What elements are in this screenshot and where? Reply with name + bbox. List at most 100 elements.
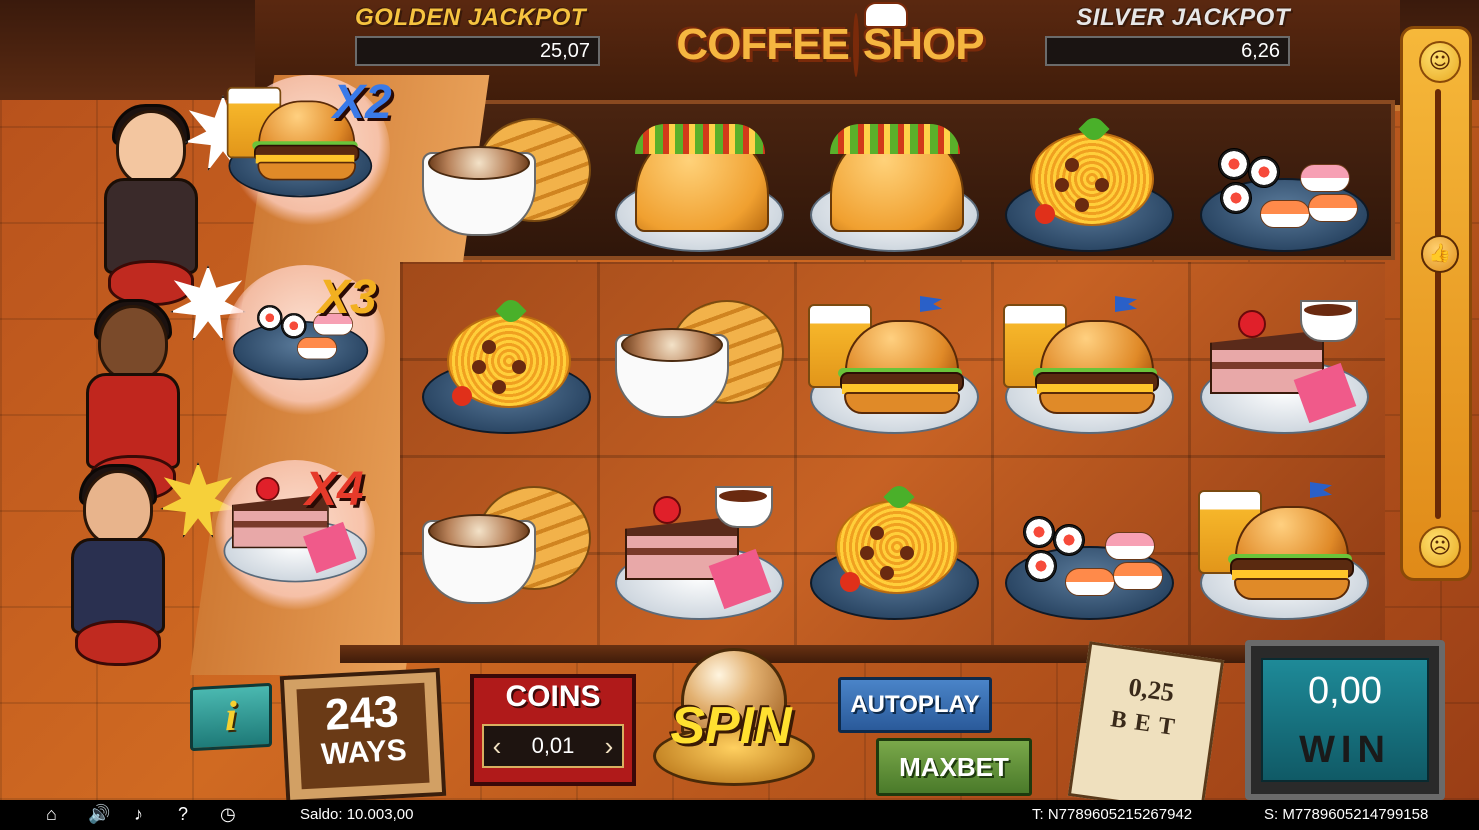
music-icon[interactable]: ♪ bbox=[134, 804, 143, 825]
meatball bbox=[1075, 198, 1089, 212]
session-id: S: M7789605214799158 bbox=[1264, 806, 1429, 823]
flag bbox=[920, 296, 942, 312]
ways-number: 243 bbox=[323, 687, 400, 740]
taco-icon bbox=[605, 108, 790, 258]
game-scene: GOLDEN JACKPOT 25,07 COFFEE SHOP SILVER … bbox=[0, 0, 1479, 800]
autoplay-button[interactable]: AUTOPLAY bbox=[838, 677, 992, 733]
nigiri bbox=[1300, 164, 1350, 192]
meatball bbox=[1095, 178, 1109, 192]
info-button[interactable]: i bbox=[190, 682, 272, 752]
silver-jackpot-title: SILVER JACKPOT bbox=[1076, 4, 1290, 31]
clock-icon[interactable]: ◷ bbox=[220, 804, 236, 825]
order-multiplier-x4: X4 bbox=[305, 463, 364, 516]
spaghetti-icon bbox=[412, 290, 597, 440]
coin-increase-button[interactable]: › bbox=[596, 731, 622, 762]
golden-jackpot-value: 25,07 bbox=[355, 36, 600, 66]
sushi-roll bbox=[1218, 148, 1250, 180]
counter-edge bbox=[340, 645, 1400, 663]
bet-ticket[interactable]: 0,25 BET bbox=[1067, 641, 1225, 800]
golden-jackpot: GOLDEN JACKPOT 25,07 bbox=[355, 4, 600, 66]
chocolate-cup bbox=[1300, 300, 1358, 342]
taco-filling bbox=[635, 124, 765, 154]
cherry bbox=[255, 477, 280, 501]
bun bbox=[257, 161, 356, 181]
taco-icon bbox=[800, 108, 985, 258]
face bbox=[83, 470, 153, 546]
nigiri bbox=[1113, 562, 1163, 590]
spin-label: SPIN bbox=[670, 697, 792, 755]
face bbox=[116, 110, 186, 186]
customer-3 bbox=[55, 464, 175, 666]
maxbet-button[interactable]: MAXBET bbox=[876, 738, 1032, 796]
sushi-roll bbox=[1220, 182, 1252, 214]
meatball bbox=[512, 360, 526, 374]
mood-track bbox=[1435, 89, 1441, 519]
win-value: 0,00 bbox=[1308, 670, 1382, 712]
spin-button[interactable]: SPIN bbox=[653, 648, 815, 798]
silver-jackpot-value: 6,26 bbox=[1045, 36, 1290, 66]
bar-stool bbox=[75, 620, 161, 666]
coins-panel: COINS ‹ 0,01 › bbox=[470, 674, 636, 786]
spaghetti-icon bbox=[995, 108, 1180, 258]
coffee-foam bbox=[428, 514, 530, 548]
burger-beer-icon bbox=[995, 290, 1180, 440]
sushi-roll bbox=[1025, 550, 1057, 582]
meatball bbox=[880, 566, 894, 580]
coffee-foam bbox=[621, 328, 723, 362]
sound-icon[interactable]: 🔊 bbox=[88, 804, 110, 825]
spaghetti-icon bbox=[800, 476, 985, 626]
coffee-croissant-icon bbox=[412, 108, 597, 258]
coffee-croissant-icon bbox=[412, 476, 597, 626]
taco-filling bbox=[830, 124, 960, 154]
cake-icon bbox=[1190, 290, 1375, 440]
sushi-icon bbox=[1190, 108, 1375, 258]
help-icon[interactable]: ? bbox=[178, 804, 188, 825]
order-multiplier-x3: X3 bbox=[318, 271, 377, 324]
tomato bbox=[452, 386, 472, 406]
coin-decrease-button[interactable]: ‹ bbox=[484, 731, 510, 762]
happy-face-icon: ☺ bbox=[1419, 41, 1461, 83]
sushi-roll bbox=[281, 313, 307, 339]
sushi-roll bbox=[1248, 156, 1280, 188]
sushi-roll bbox=[1023, 516, 1055, 548]
ways-panel: 243 WAYS bbox=[296, 682, 430, 790]
sushi-roll bbox=[1053, 524, 1085, 556]
win-screen: 0,00 WIN bbox=[1261, 658, 1429, 782]
ways-label: WAYS bbox=[320, 733, 408, 772]
coffee-croissant-icon bbox=[605, 290, 790, 440]
win-label: WIN bbox=[1299, 729, 1391, 771]
burger-beer-icon bbox=[1190, 476, 1375, 626]
face bbox=[98, 305, 168, 381]
ways-badge: 243 WAYS bbox=[279, 667, 447, 800]
home-icon[interactable]: ⌂ bbox=[46, 804, 57, 825]
cherry bbox=[1238, 310, 1266, 338]
chocolate-cup bbox=[715, 486, 773, 528]
nigiri bbox=[297, 337, 337, 360]
nigiri bbox=[1308, 194, 1358, 222]
customer-1 bbox=[88, 104, 208, 306]
silver-jackpot: SILVER JACKPOT 6,26 bbox=[1045, 4, 1290, 66]
mood-meter: ☺ 👍 ☹ bbox=[1400, 26, 1472, 581]
meatball bbox=[492, 380, 506, 394]
balance-text: Saldo: 10.003,00 bbox=[300, 806, 414, 823]
cake-icon bbox=[605, 476, 790, 626]
nigiri bbox=[1260, 200, 1310, 228]
transaction-id: T: N7789605215267942 bbox=[1032, 806, 1193, 823]
nigiri bbox=[1065, 568, 1115, 596]
golden-jackpot-title: GOLDEN JACKPOT bbox=[355, 4, 587, 31]
bun bbox=[1039, 392, 1155, 414]
sad-face-icon: ☹ bbox=[1419, 526, 1461, 568]
coffee-foam bbox=[428, 146, 530, 180]
nigiri bbox=[1105, 532, 1155, 560]
coffee-shop-logo: COFFEE SHOP bbox=[676, 2, 985, 80]
coin-value-stepper: ‹ 0,01 › bbox=[482, 724, 624, 768]
sushi-icon bbox=[995, 476, 1180, 626]
coin-value: 0,01 bbox=[531, 733, 575, 758]
burger-beer-icon bbox=[800, 290, 985, 440]
order-multiplier-x2: X2 bbox=[333, 76, 392, 129]
flag bbox=[1115, 296, 1137, 312]
bun bbox=[844, 392, 960, 414]
cherry bbox=[653, 496, 681, 524]
bun bbox=[1234, 578, 1350, 600]
chef-icon bbox=[852, 2, 908, 77]
